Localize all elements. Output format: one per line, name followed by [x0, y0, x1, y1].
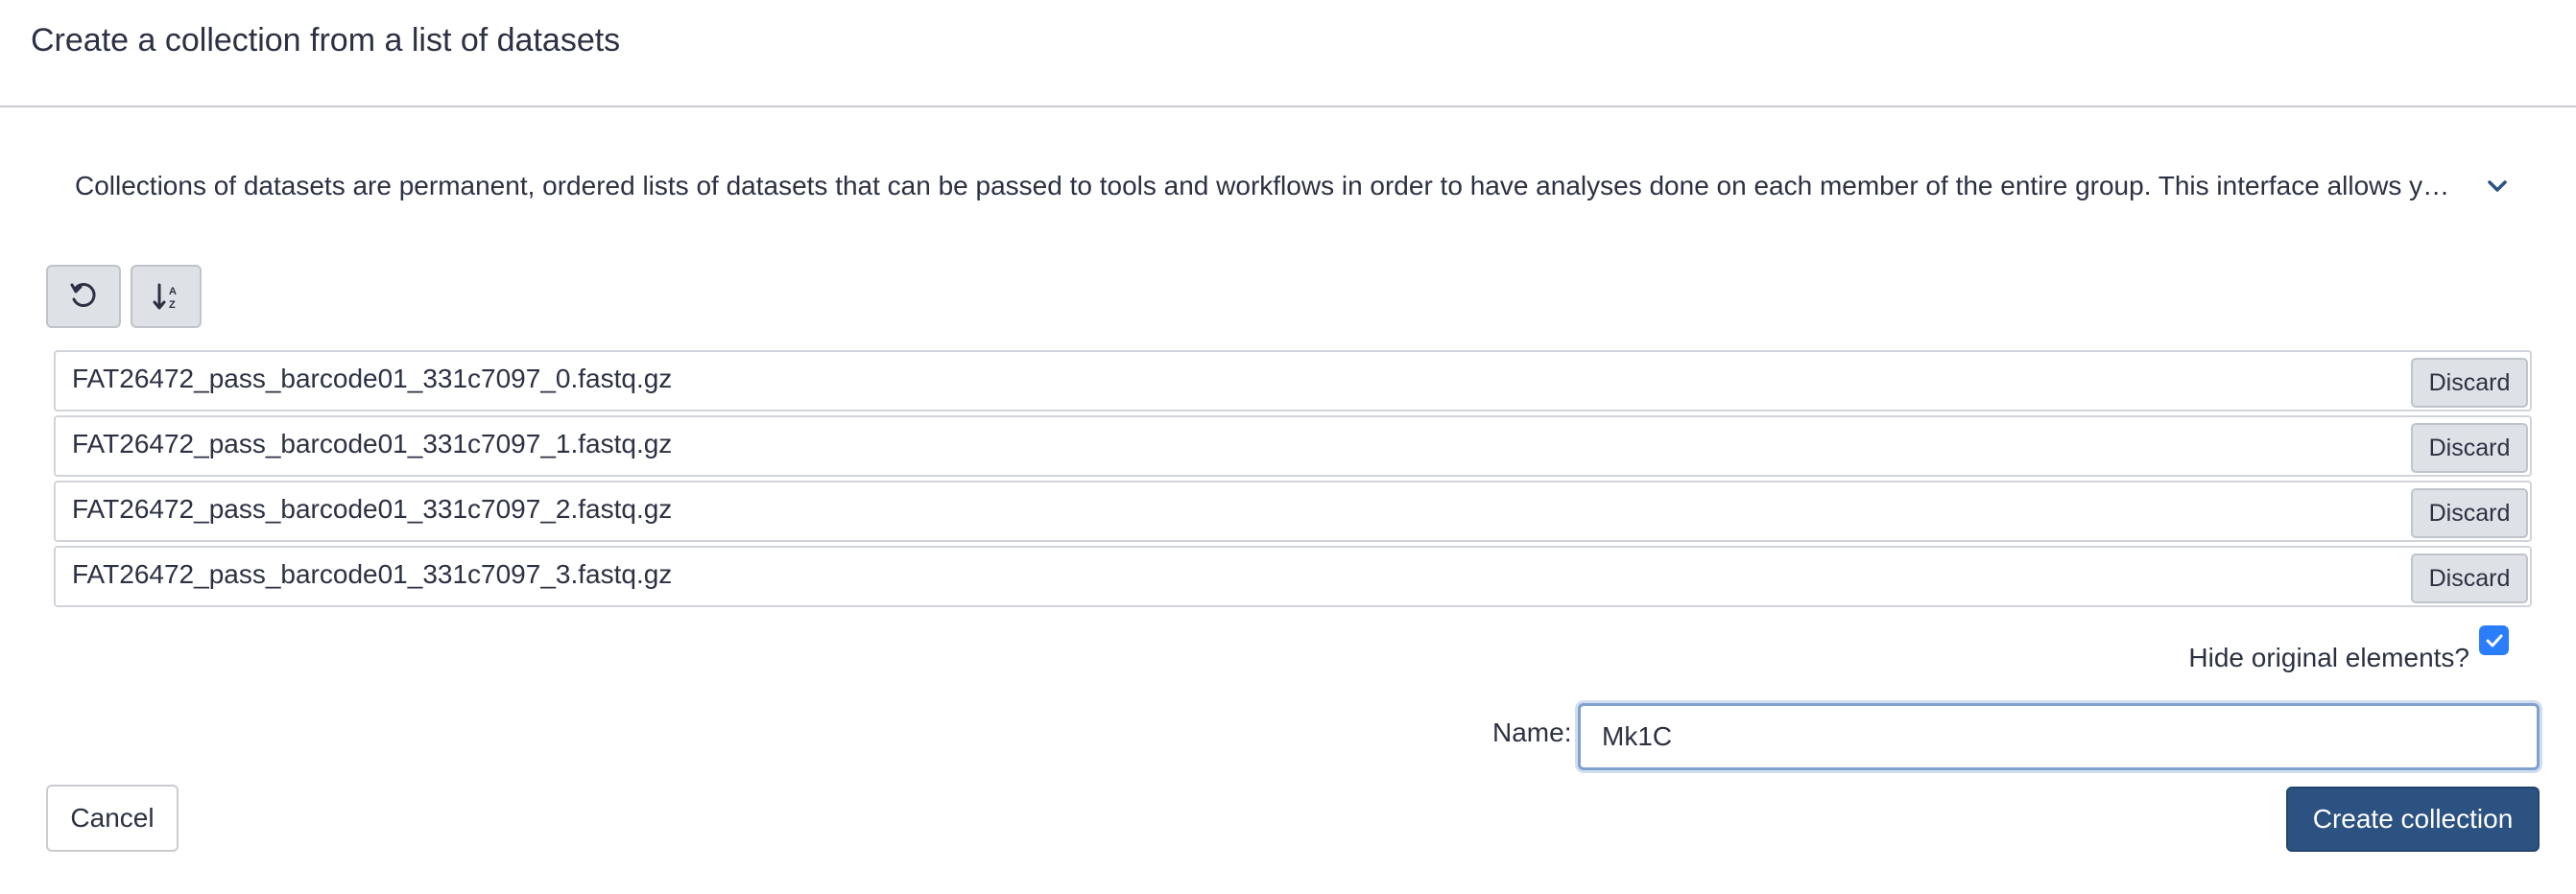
discard-button[interactable]: Discard	[2411, 553, 2528, 603]
dataset-element-list: FAT26472_pass_barcode01_331c7097_0.fastq…	[54, 350, 2532, 611]
list-item[interactable]: FAT26472_pass_barcode01_331c7097_3.fastq…	[54, 546, 2532, 607]
checkmark-icon	[2486, 634, 2502, 647]
element-name[interactable]: FAT26472_pass_barcode01_331c7097_1.fastq…	[72, 427, 672, 461]
help-text: Collections of datasets are permanent, o…	[75, 171, 2450, 200]
discard-button[interactable]: Discard	[2411, 358, 2528, 408]
dialog-title: Create a collection from a list of datas…	[31, 22, 621, 59]
element-name[interactable]: FAT26472_pass_barcode01_331c7097_2.fastq…	[72, 492, 672, 527]
cancel-button[interactable]: Cancel	[46, 785, 179, 852]
hide-original-option: Hide original elements?	[2188, 623, 2509, 672]
svg-text:Z: Z	[169, 299, 176, 311]
sort-alpha-icon: A Z	[153, 283, 177, 311]
dialog-header: Create a collection from a list of datas…	[0, 0, 2576, 107]
collection-creator-dialog: Create a collection from a list of datas…	[0, 0, 2576, 894]
collection-name-label: Name:	[1492, 718, 1572, 747]
toolbar: A Z	[46, 265, 202, 328]
reset-order-button[interactable]	[46, 265, 121, 328]
element-name[interactable]: FAT26472_pass_barcode01_331c7097_3.fastq…	[72, 557, 672, 592]
hide-original-label: Hide original elements?	[2188, 643, 2469, 672]
sort-alphabetically-button[interactable]: A Z	[131, 265, 202, 328]
chevron-down-icon	[2488, 180, 2507, 192]
list-item[interactable]: FAT26472_pass_barcode01_331c7097_2.fastq…	[54, 481, 2532, 542]
hide-original-checkbox[interactable]	[2479, 625, 2509, 655]
undo-icon	[70, 283, 96, 307]
help-section: Collections of datasets are permanent, o…	[75, 167, 2532, 205]
element-name[interactable]: FAT26472_pass_barcode01_331c7097_0.fastq…	[72, 362, 672, 396]
create-collection-button[interactable]: Create collection	[2286, 787, 2540, 852]
discard-button[interactable]: Discard	[2411, 488, 2528, 538]
discard-button[interactable]: Discard	[2411, 423, 2528, 473]
list-item[interactable]: FAT26472_pass_barcode01_331c7097_0.fastq…	[54, 350, 2532, 412]
list-item[interactable]: FAT26472_pass_barcode01_331c7097_1.fastq…	[54, 415, 2532, 477]
collection-name-input[interactable]	[1578, 703, 2540, 770]
svg-text:A: A	[169, 286, 177, 297]
help-expand-toggle[interactable]	[2481, 170, 2514, 202]
